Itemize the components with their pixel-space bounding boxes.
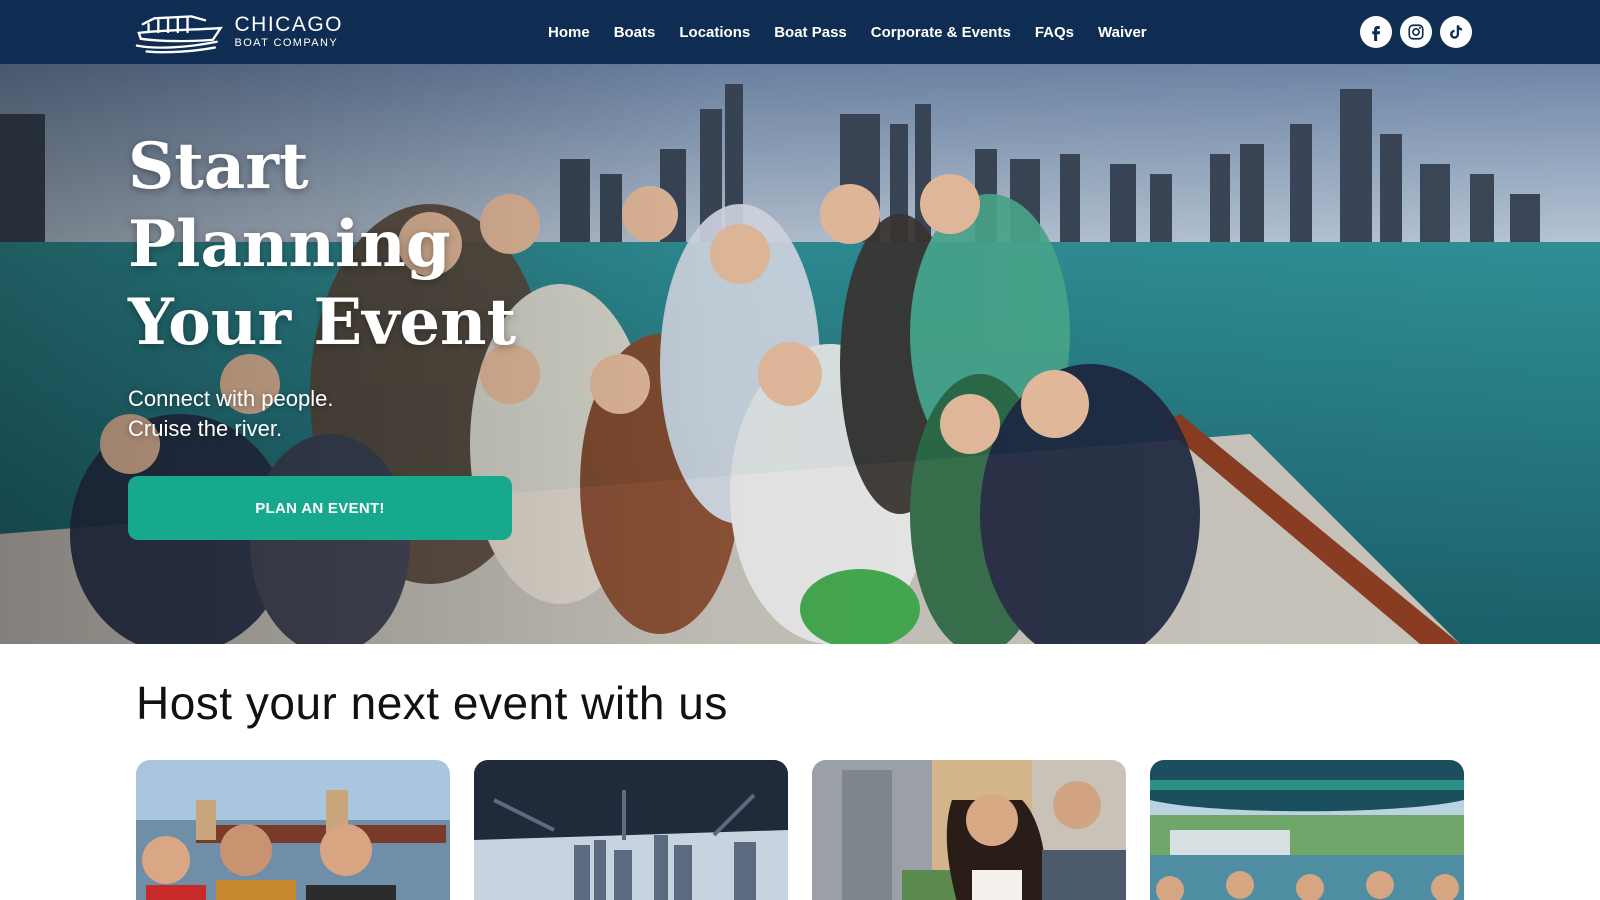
brand-wordmark: CHICAGO BOAT COMPANY [234, 14, 343, 49]
group-on-boat-photo [136, 760, 450, 900]
hero-subtitle-line: Connect with people. [128, 386, 334, 411]
main-nav: Home Boats Locations Boat Pass Corporate… [548, 0, 1171, 64]
event-card[interactable] [136, 760, 450, 900]
hero-subtitle: Connect with people. Cruise the river. [128, 384, 333, 444]
brand-tagline: BOAT COMPANY [234, 36, 339, 49]
hero-title: Start Planning Your Event [128, 128, 548, 362]
instagram-link[interactable] [1400, 16, 1432, 48]
tiktok-icon [1450, 25, 1462, 39]
event-card[interactable] [812, 760, 1126, 900]
nav-home[interactable]: Home [548, 24, 590, 41]
couple-wedding-photo [812, 760, 1126, 900]
section-title: Host your next event with us [136, 677, 728, 729]
plan-event-button[interactable]: PLAN AN EVENT! [128, 476, 512, 540]
facebook-link[interactable] [1360, 16, 1392, 48]
site-header: CHICAGO BOAT COMPANY Home Boats Location… [0, 0, 1600, 64]
hero-title-line: Your Event [128, 285, 517, 360]
hero-title-line: Start [128, 129, 309, 204]
nav-boat-pass[interactable]: Boat Pass [774, 24, 847, 41]
hero-title-line: Planning [128, 207, 451, 282]
hero-section: Start Planning Your Event Connect with p… [0, 64, 1600, 644]
tiktok-link[interactable] [1440, 16, 1472, 48]
instagram-icon [1408, 24, 1424, 40]
nav-waiver[interactable]: Waiver [1098, 24, 1147, 41]
boat-logo-icon [135, 15, 223, 54]
nav-boats[interactable]: Boats [614, 24, 656, 41]
nav-faqs[interactable]: FAQs [1035, 24, 1074, 41]
brand-logo[interactable]: CHICAGO BOAT COMPANY [133, 6, 343, 56]
nav-corporate-events[interactable]: Corporate & Events [871, 24, 1011, 41]
event-card[interactable] [1150, 760, 1464, 900]
boat-canopy-skyline-photo [474, 760, 788, 900]
facebook-icon [1372, 26, 1381, 41]
hero-subtitle-line: Cruise the river. [128, 416, 283, 441]
boat-party-photo [1150, 760, 1464, 900]
nav-locations[interactable]: Locations [679, 24, 750, 41]
brand-name: CHICAGO [234, 12, 343, 36]
event-card[interactable] [474, 760, 788, 900]
